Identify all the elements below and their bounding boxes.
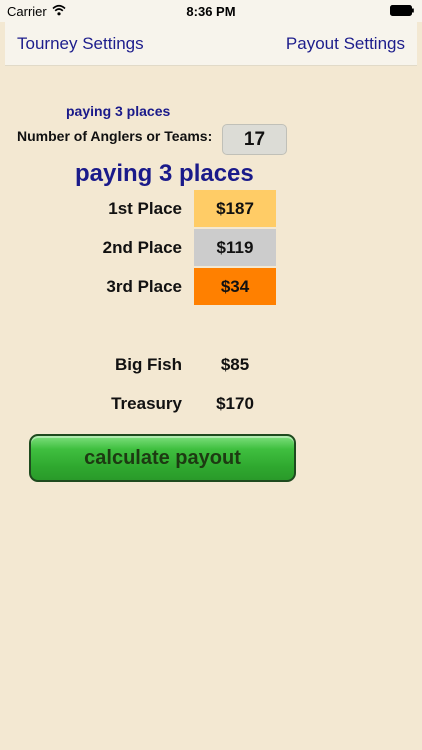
treasury-label: Treasury bbox=[111, 394, 182, 413]
paying-places-title: paying 3 places bbox=[75, 160, 254, 187]
third-place-amount: $34 bbox=[194, 268, 276, 305]
status-time: 8:36 PM bbox=[186, 4, 236, 19]
big-fish-label: Big Fish bbox=[114, 355, 182, 374]
navigation-bar: Tourney Settings Payout Settings bbox=[5, 22, 417, 66]
anglers-count-field[interactable]: 17 bbox=[222, 124, 287, 155]
calculate-payout-button[interactable]: calculate payout bbox=[29, 434, 296, 482]
first-place-amount: $187 bbox=[194, 190, 276, 227]
anglers-count-label: Number of Anglers or Teams: bbox=[17, 128, 213, 144]
second-place-amount: $119 bbox=[194, 229, 276, 266]
first-place-label: 1st Place bbox=[108, 199, 182, 218]
status-bar: Carrier 8:36 PM bbox=[0, 0, 422, 22]
tourney-settings-button[interactable]: Tourney Settings bbox=[17, 34, 144, 54]
paying-places-caption: paying 3 places bbox=[66, 103, 171, 119]
treasury-value: $170 bbox=[216, 394, 254, 413]
battery-icon bbox=[390, 5, 414, 16]
big-fish-value: $85 bbox=[220, 355, 250, 374]
second-place-label: 2nd Place bbox=[102, 238, 182, 257]
third-place-label: 3rd Place bbox=[106, 277, 182, 296]
payout-settings-button[interactable]: Payout Settings bbox=[286, 34, 405, 54]
